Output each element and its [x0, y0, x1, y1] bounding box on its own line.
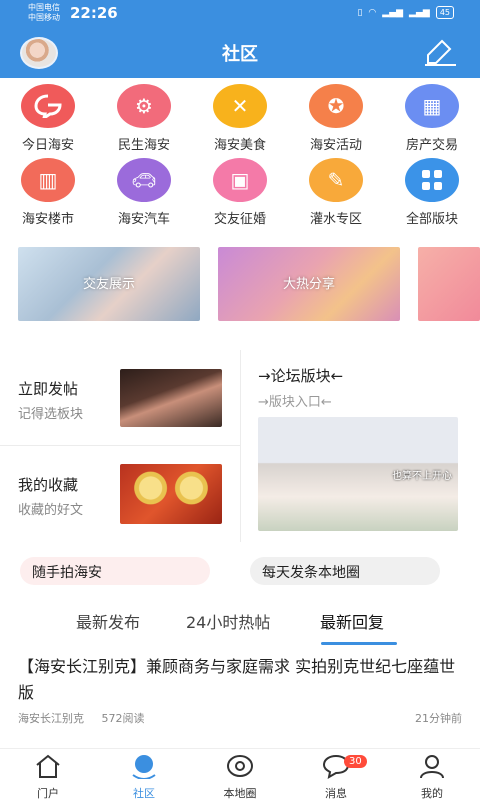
tag-label: 每天发条本地圈	[262, 565, 360, 581]
grid-label: 今日海安	[21, 138, 74, 153]
banner-label: 大热分享	[282, 277, 335, 292]
nav-label: 门户	[37, 787, 59, 800]
tab-indicator	[321, 642, 397, 645]
forum-sub: →版块入口←	[258, 395, 332, 410]
status-icons: ▯ ◠ ▂▄▆ ▂▄▆ 45	[357, 6, 454, 19]
post-title[interactable]: 【海安长江别克】兼顾商务与家庭需求 实拍别克世纪七座蕴世版	[18, 654, 466, 706]
post-author: 海安长江别克	[18, 712, 84, 725]
tab-latest-publish[interactable]: 最新发布	[76, 609, 140, 633]
community-icon	[132, 755, 156, 780]
forum-title: →论坛版块←	[258, 367, 344, 385]
tab-latest-reply[interactable]: 最新回复	[320, 609, 384, 633]
carrier-2: 中国移动	[28, 13, 60, 22]
tab-hot-24h[interactable]: 24小时热帖	[186, 609, 270, 633]
app-header: 社区	[0, 28, 480, 78]
nav-home[interactable]: 门户	[0, 753, 96, 800]
divider	[240, 350, 241, 542]
grid-label: 灌水专区	[309, 212, 362, 227]
carrier-info: 中国电信 中国移动	[28, 3, 60, 23]
grid-item-guanshui[interactable]: ✎ 灌水专区	[288, 158, 384, 227]
edit-icon[interactable]	[422, 37, 458, 67]
utensils-icon: ✕	[213, 84, 267, 128]
nav-label: 消息	[325, 787, 347, 800]
battery-icon: 45	[435, 6, 454, 19]
message-badge: 30	[344, 755, 367, 768]
favorites-title: 我的收藏	[18, 476, 79, 494]
banner-carousel[interactable]: 交友展示 大热分享	[0, 247, 480, 323]
banner-dare[interactable]: 大热分享	[218, 247, 400, 321]
tag-bendiquan[interactable]: 每天发条本地圈	[250, 557, 440, 585]
forum-image: 也算不上开心	[258, 417, 458, 531]
grid-item-jinri[interactable]: 今日海安	[0, 84, 96, 153]
favorites-image	[120, 464, 222, 524]
grid-label: 交友征婚	[213, 212, 266, 227]
carrier-1: 中国电信	[28, 3, 60, 12]
tag-label: 随手拍海安	[32, 565, 102, 581]
post-time: 21分钟前	[415, 712, 462, 725]
grid-label: 全部版块	[405, 212, 458, 227]
gears-icon: ⚙	[117, 84, 171, 128]
nav-label: 我的	[421, 787, 443, 800]
grid-item-meishi[interactable]: ✕ 海安美食	[192, 84, 288, 153]
grid-item-qiche[interactable]: 🚗︎ 海安汽车	[96, 158, 192, 227]
car-icon: 🚗︎	[117, 158, 171, 202]
divider	[0, 445, 240, 446]
buildings-icon: ▥	[21, 158, 75, 202]
signal-2-icon: ▂▄▆	[409, 7, 430, 18]
forum-image-caption: 也算不上开心	[392, 471, 452, 482]
grid-item-loushi[interactable]: ▥ 海安楼市	[0, 158, 96, 227]
post-reads: 572阅读	[101, 712, 145, 725]
nav-label: 社区	[133, 787, 155, 800]
page-title: 社区	[222, 44, 258, 65]
post-now-image	[120, 369, 222, 427]
grid-label: 海安活动	[309, 138, 362, 153]
grid-label: 民生海安	[117, 138, 170, 153]
status-bar: 中国电信 中国移动 22:26 ▯ ◠ ▂▄▆ ▂▄▆ 45	[0, 0, 480, 28]
grid-item-huodong[interactable]: ✪ 海安活动	[288, 84, 384, 153]
circle-icon	[227, 755, 253, 777]
nav-label: 本地圈	[223, 787, 257, 800]
quick-actions: 立即发帖 记得选板块 我的收藏 收藏的好文 →论坛版块← →版块入口← 也算不上…	[0, 350, 480, 542]
activity-icon: ✪	[309, 84, 363, 128]
favorites-sub: 收藏的好文	[18, 503, 84, 518]
building-icon: ▦	[405, 84, 459, 128]
post-meta: 海安长江别克 572阅读	[18, 710, 145, 726]
banner-label: 交友展示	[82, 277, 135, 292]
wifi-icon: ◠	[368, 7, 377, 18]
grid-item-quanbu[interactable]: 全部版块	[384, 158, 480, 227]
tag-suishoupai[interactable]: 随手拍海安	[20, 557, 210, 585]
grid-item-jiaoyou[interactable]: ▣ 交友征婚	[192, 158, 288, 227]
post-now-sub: 记得选板块	[18, 407, 84, 422]
banner-next[interactable]	[418, 247, 480, 321]
grid-label: 海安美食	[213, 138, 266, 153]
grid-item-minsheng[interactable]: ⚙ 民生海安	[96, 84, 192, 153]
nav-me[interactable]: 我的	[384, 753, 480, 800]
bottom-nav: 门户 社区 本地圈 30 消息 我的	[0, 748, 480, 800]
clock: 22:26	[70, 4, 118, 22]
post-now-title: 立即发帖	[18, 380, 79, 398]
home-icon	[36, 754, 60, 778]
grid-label: 海安汽车	[117, 212, 170, 227]
grid-label: 海安楼市	[21, 212, 74, 227]
nav-community[interactable]: 社区	[96, 753, 192, 800]
signal-icon: ▂▄▆	[382, 7, 404, 18]
chat-bubble-icon	[21, 84, 75, 128]
grid-label: 房产交易	[405, 138, 458, 153]
post-tabs: 最新发布 24小时热帖 最新回复	[0, 605, 480, 645]
id-card-icon: ▣	[213, 158, 267, 202]
vibrate-icon: ▯	[357, 7, 363, 18]
nav-local-circle[interactable]: 本地圈	[192, 753, 288, 800]
grid-icon	[405, 158, 459, 202]
nav-messages[interactable]: 30 消息	[288, 753, 384, 800]
user-icon	[420, 755, 444, 779]
banner-jiaoyou[interactable]: 交友展示	[18, 247, 200, 321]
megaphone-icon: ✎	[309, 158, 363, 202]
grid-item-fangchan[interactable]: ▦ 房产交易	[384, 84, 480, 153]
